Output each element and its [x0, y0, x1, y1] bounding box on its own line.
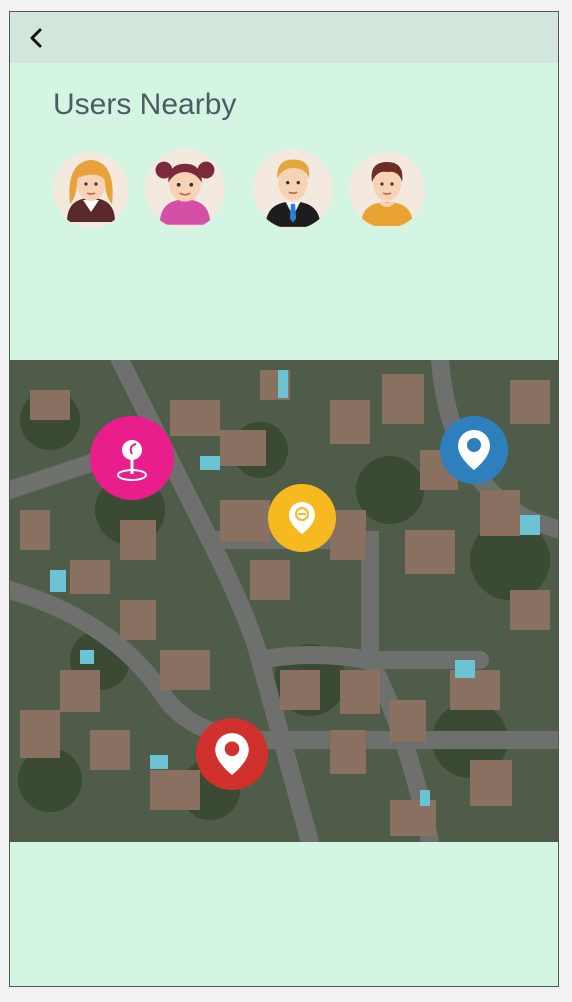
location-pin-icon	[215, 733, 249, 775]
pin-on-map-icon	[117, 440, 147, 481]
app-screen: Users Nearby	[9, 11, 559, 987]
user-avatar-2[interactable]	[145, 149, 225, 229]
user-avatar-1[interactable]	[53, 152, 129, 228]
top-bar	[10, 12, 558, 63]
female-avatar-icon	[53, 152, 129, 228]
aerial-map[interactable]	[10, 360, 558, 842]
male-avatar-icon	[253, 149, 333, 229]
female-avatar-icon	[145, 149, 225, 229]
chevron-left-icon	[30, 28, 42, 48]
map-marker-yellow[interactable]	[268, 484, 336, 552]
back-button[interactable]	[24, 24, 50, 52]
location-minus-icon	[289, 502, 315, 534]
user-avatar-3[interactable]	[253, 149, 333, 229]
location-pin-icon	[458, 430, 490, 470]
male-avatar-icon	[349, 152, 425, 228]
user-avatar-4[interactable]	[349, 152, 425, 228]
map-marker-red[interactable]	[196, 718, 268, 790]
map-marker-pink[interactable]	[90, 416, 174, 500]
map-marker-blue[interactable]	[440, 416, 508, 484]
page-title: Users Nearby	[53, 88, 237, 121]
